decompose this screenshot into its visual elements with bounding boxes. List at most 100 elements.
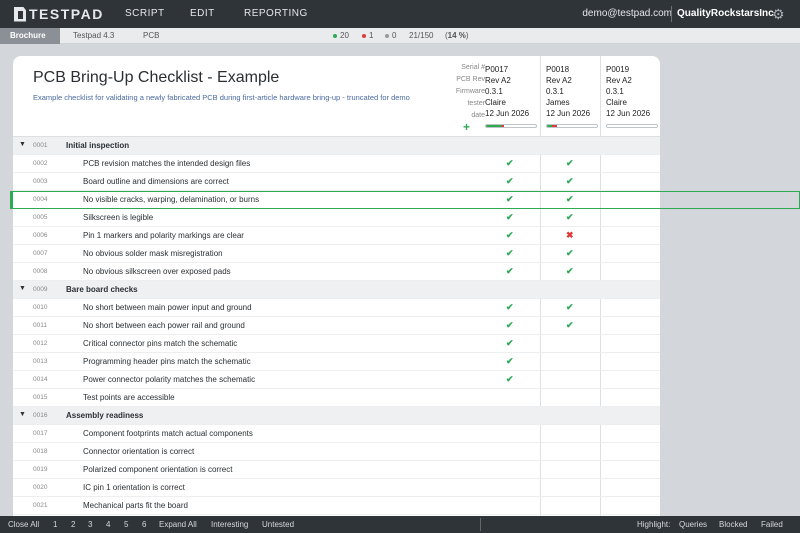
table-row[interactable]: 0020 IC pin 1 orientation is correct <box>13 479 660 497</box>
row-number: 0015 <box>33 394 48 401</box>
fail-dot-icon <box>362 33 366 38</box>
table-row[interactable]: 0008 No obvious silkscreen over exposed p… <box>13 263 660 281</box>
triangle-down-icon[interactable]: ▼ <box>19 285 26 292</box>
test-text[interactable]: Component footprints match actual compon… <box>83 429 253 438</box>
level-6-button[interactable]: 6 <box>142 520 146 529</box>
test-text[interactable]: PCB revision matches the intended design… <box>83 159 250 168</box>
expand-all-button[interactable]: Expand All <box>159 520 197 529</box>
nav-script[interactable]: SCRIPT <box>125 8 165 19</box>
table-row[interactable]: 0011 No short between each power rail and… <box>13 317 660 335</box>
label-serial: Serial # <box>461 64 485 71</box>
nav-edit[interactable]: EDIT <box>190 8 215 19</box>
table-row[interactable]: 0013 Programming header pins match the sc… <box>13 353 660 371</box>
breadcrumb-pcb[interactable]: PCB <box>143 28 159 44</box>
org-name[interactable]: QualityRockstarsInc <box>677 8 774 19</box>
table-row[interactable]: 0010 No short between main power input an… <box>13 299 660 317</box>
table-row[interactable]: 0005 Silkscreen is legible ✔ ✔ <box>13 209 660 227</box>
test-text[interactable]: Programming header pins match the schema… <box>83 357 251 366</box>
test-text[interactable]: Polarized component orientation is corre… <box>83 465 232 474</box>
test-text[interactable]: Critical connector pins match the schema… <box>83 339 237 348</box>
table-row[interactable]: 0002 PCB revision matches the intended de… <box>13 155 660 173</box>
level-4-button[interactable]: 4 <box>106 520 110 529</box>
triangle-down-icon[interactable]: ▼ <box>19 411 26 418</box>
table-row[interactable]: 0019 Polarized component orientation is c… <box>13 461 660 479</box>
section-title[interactable]: Assembly readiness <box>66 411 143 420</box>
script-description[interactable]: Example checklist for validating a newly… <box>33 92 413 103</box>
section-title[interactable]: Initial inspection <box>66 141 129 150</box>
gear-icon[interactable]: ⚙ <box>772 6 785 23</box>
check-icon[interactable]: ✔ <box>506 374 514 385</box>
level-3-button[interactable]: 3 <box>88 520 92 529</box>
add-run-plus-icon[interactable]: + <box>463 120 470 134</box>
section-row[interactable]: ▼ 0009 Bare board checks <box>13 281 660 299</box>
close-all-button[interactable]: Close All <box>8 520 39 529</box>
check-icon[interactable]: ✔ <box>506 320 514 331</box>
check-icon[interactable]: ✔ <box>506 338 514 349</box>
blocked-dot-icon <box>385 33 389 38</box>
highlight-failed-button[interactable]: Failed <box>761 520 783 529</box>
untested-button[interactable]: Untested <box>262 520 294 529</box>
check-icon[interactable]: ✔ <box>506 176 514 187</box>
testpad-logo[interactable]: TESTPAD <box>14 6 104 22</box>
run-header[interactable]: P0018 Rev A2 0.3.1 James 12 Jun 2026 <box>546 64 590 119</box>
check-icon[interactable]: ✔ <box>566 320 574 331</box>
test-text[interactable]: No obvious solder mask misregistration <box>83 249 223 258</box>
row-number: 0003 <box>33 178 48 185</box>
check-icon[interactable]: ✔ <box>506 212 514 223</box>
test-text[interactable]: Board outline and dimensions are correct <box>83 177 229 186</box>
level-2-button[interactable]: 2 <box>71 520 75 529</box>
check-icon[interactable]: ✔ <box>506 248 514 259</box>
nav-reporting[interactable]: REPORTING <box>244 8 308 19</box>
breadcrumb-brochure[interactable]: Brochure <box>0 28 60 44</box>
level-1-button[interactable]: 1 <box>53 520 57 529</box>
interesting-button[interactable]: Interesting <box>211 520 248 529</box>
section-row[interactable]: ▼ 0016 Assembly readiness <box>13 407 660 425</box>
cross-icon[interactable]: ✖ <box>566 230 574 241</box>
check-icon[interactable]: ✔ <box>506 302 514 313</box>
level-5-button[interactable]: 5 <box>124 520 128 529</box>
section-title[interactable]: Bare board checks <box>66 285 138 294</box>
check-icon[interactable]: ✔ <box>566 212 574 223</box>
run-header[interactable]: P0019 Rev A2 0.3.1 Claire 12 Jun 2026 <box>606 64 650 119</box>
page-title[interactable]: PCB Bring-Up Checklist - Example <box>33 69 279 87</box>
row-number: 0017 <box>33 430 48 437</box>
test-text[interactable]: Test points are accessible <box>83 393 175 402</box>
table-row[interactable]: 0012 Critical connector pins match the sc… <box>13 335 660 353</box>
check-icon[interactable]: ✔ <box>566 302 574 313</box>
highlight-blocked-button[interactable]: Blocked <box>719 520 747 529</box>
table-row[interactable]: 0018 Connector orientation is correct <box>13 443 660 461</box>
check-icon[interactable]: ✔ <box>566 176 574 187</box>
table-row[interactable]: 0007 No obvious solder mask misregistrati… <box>13 245 660 263</box>
check-icon[interactable]: ✔ <box>506 266 514 277</box>
table-row[interactable]: 0003 Board outline and dimensions are cor… <box>13 173 660 191</box>
highlight-queries-button[interactable]: Queries <box>679 520 707 529</box>
check-icon[interactable]: ✔ <box>566 158 574 169</box>
table-row[interactable]: 0006 Pin 1 markers and polarity markings … <box>13 227 660 245</box>
table-row[interactable]: 0021 Mechanical parts fit the board <box>13 497 660 515</box>
row-number: 0005 <box>33 214 48 221</box>
triangle-down-icon[interactable]: ▼ <box>19 141 26 148</box>
test-text[interactable]: Silkscreen is legible <box>83 213 153 222</box>
test-text[interactable]: No obvious silkscreen over exposed pads <box>83 267 231 276</box>
check-icon[interactable]: ✔ <box>506 356 514 367</box>
test-text[interactable]: IC pin 1 orientation is correct <box>83 483 185 492</box>
test-text[interactable]: No short between each power rail and gro… <box>83 321 245 330</box>
check-icon[interactable]: ✔ <box>506 158 514 169</box>
table-row[interactable]: 0017 Component footprints match actual co… <box>13 425 660 443</box>
selected-row-highlight <box>10 191 800 209</box>
check-icon[interactable]: ✔ <box>566 248 574 259</box>
test-text[interactable]: Connector orientation is correct <box>83 447 194 456</box>
table-row[interactable]: 0015 Test points are accessible <box>13 389 660 407</box>
test-text[interactable]: Mechanical parts fit the board <box>83 501 188 510</box>
section-row[interactable]: ▼ 0001 Initial inspection <box>13 137 660 155</box>
test-text[interactable]: No short between main power input and gr… <box>83 303 252 312</box>
test-text[interactable]: Power connector polarity matches the sch… <box>83 375 255 384</box>
test-text[interactable]: Pin 1 markers and polarity markings are … <box>83 231 244 240</box>
user-email[interactable]: demo@testpad.com <box>582 8 672 19</box>
breadcrumb-testpad[interactable]: Testpad 4.3 <box>73 28 114 44</box>
check-icon[interactable]: ✔ <box>566 266 574 277</box>
table-row[interactable]: 0014 Power connector polarity matches the… <box>13 371 660 389</box>
check-icon[interactable]: ✔ <box>506 230 514 241</box>
row-number: 0018 <box>33 448 48 455</box>
run-header[interactable]: P0017 Rev A2 0.3.1 Claire 12 Jun 2026 <box>485 64 529 119</box>
